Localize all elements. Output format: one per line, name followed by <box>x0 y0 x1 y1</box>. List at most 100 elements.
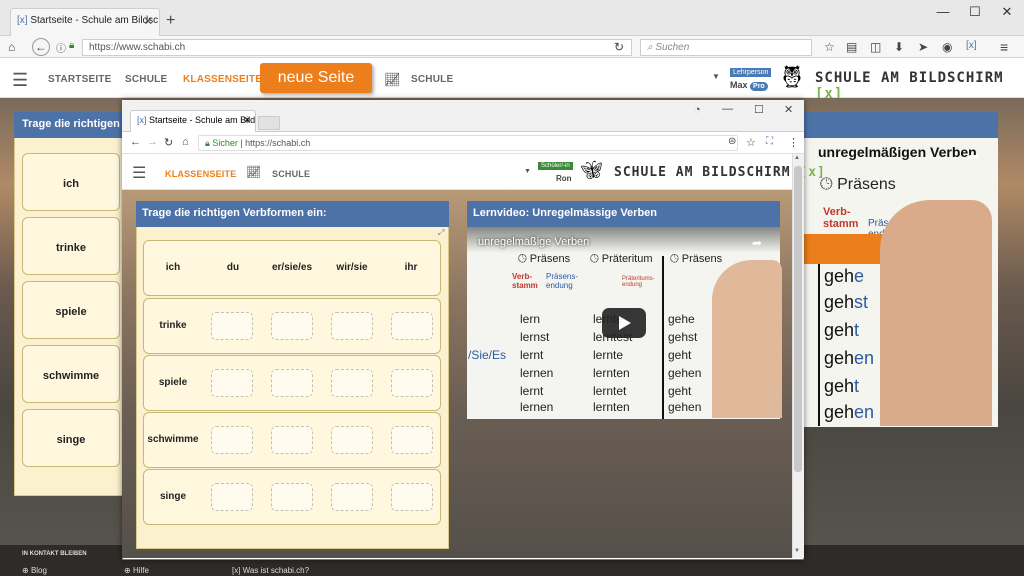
inner-profile-icon[interactable]: ◔ <box>694 104 701 116</box>
inner-url-input[interactable]: 🔒︎ Sicher | https://schabi.ch <box>198 135 738 151</box>
inner-extension-icon[interactable]: ⛶ <box>766 136 773 147</box>
answer-input[interactable] <box>271 312 313 340</box>
scroll-up-icon[interactable]: ▲ <box>794 155 800 161</box>
inner-tab-favicon-icon: [x] <box>137 115 147 125</box>
answer-input[interactable] <box>331 483 373 511</box>
video-ending2: Präteritums-endung <box>622 276 655 288</box>
close-tab-icon[interactable]: ✕ <box>144 15 153 28</box>
inner-minimize-icon[interactable]: — <box>722 103 733 115</box>
video-col3-row5: geht <box>668 384 692 398</box>
user-dropdown-icon[interactable]: ▼ <box>712 72 720 81</box>
inner-nav-klassenseite[interactable]: KLASSENSEITE <box>165 169 236 179</box>
inner-nav-schule[interactable]: SCHULE <box>272 169 310 179</box>
new-tab-icon[interactable]: + <box>166 12 175 30</box>
inner-user-role-badge: Schüler/-in <box>538 162 573 170</box>
exercise-heading: Trage die richtigen Verbformen ein: <box>136 201 449 227</box>
hamburger-menu-icon[interactable]: ☰ <box>12 70 28 91</box>
answer-input[interactable] <box>331 369 373 397</box>
nav-klassenseite[interactable]: KLASSENSEITE <box>183 74 262 85</box>
nav-startseite[interactable]: STARTSEITE <box>48 74 111 85</box>
video-col2-row4: lernten <box>593 366 630 380</box>
video-col3-row4: gehen <box>668 366 702 380</box>
expand-icon[interactable]: ⤢ <box>438 228 444 238</box>
left-cell-singe: singe <box>22 409 120 467</box>
inner-back-icon[interactable]: ← <box>130 136 141 148</box>
sync-icon[interactable]: ◉ <box>942 40 952 54</box>
nav-schule-2[interactable]: SCHULE <box>411 74 453 85</box>
answer-input[interactable] <box>391 312 433 340</box>
video-pronouns: /Sie/Es <box>468 348 507 362</box>
answer-input[interactable] <box>211 483 253 511</box>
answer-input[interactable] <box>271 369 313 397</box>
orange-overlay <box>800 234 892 264</box>
neue-seite-button[interactable]: neue Seite <box>260 63 372 93</box>
chart-icon: 📈︎ <box>384 72 401 87</box>
inner-translate-icon[interactable]: ⊜ <box>728 136 736 147</box>
inner-maximize-icon[interactable]: ☐ <box>754 103 764 116</box>
video-title[interactable]: unregelmäßige Verben <box>478 236 589 248</box>
inner-browser-tab[interactable]: [x] Startseite - Schule am Bildsc ✕ <box>130 110 256 132</box>
answer-input[interactable] <box>211 426 253 454</box>
inner-scrollbar-thumb[interactable] <box>794 166 802 472</box>
answer-input[interactable] <box>391 483 433 511</box>
scroll-down-icon[interactable]: ▼ <box>794 548 800 554</box>
bookmark-star-icon[interactable]: ☆ <box>824 40 835 54</box>
left-cell-spiele: spiele <box>22 281 120 339</box>
divider-line <box>818 264 820 426</box>
footer-blog-link[interactable]: ⊕ Blog <box>22 566 47 575</box>
extension-icon[interactable]: [x] <box>966 40 977 51</box>
footer-hilfe-link[interactable]: ⊕ Hilfe <box>124 566 149 575</box>
answer-input[interactable] <box>211 312 253 340</box>
answer-input[interactable] <box>391 369 433 397</box>
inner-reload-icon[interactable]: ↻ <box>164 136 173 149</box>
inner-close-window-icon[interactable]: ✕ <box>784 103 793 116</box>
url-input[interactable]: https://www.schabi.ch <box>82 39 632 56</box>
nav-schule[interactable]: SCHULE <box>125 74 167 85</box>
video-share-icon[interactable]: ➦ <box>752 236 762 250</box>
video-col2-row6: lernten <box>593 400 630 414</box>
inner-star-icon[interactable]: ☆ <box>746 136 756 149</box>
inner-forward-icon[interactable]: → <box>147 136 158 148</box>
minimize-icon[interactable]: — <box>928 2 958 22</box>
reload-icon[interactable]: ↻ <box>614 40 624 54</box>
answer-input[interactable] <box>271 426 313 454</box>
row-label-spiele: spiele <box>158 377 188 388</box>
video-play-button[interactable] <box>602 308 646 338</box>
hand-image <box>880 200 992 426</box>
menu-icon[interactable]: ≡ <box>1000 39 1008 55</box>
close-window-icon[interactable]: ✕ <box>992 2 1022 22</box>
answer-input[interactable] <box>331 312 373 340</box>
right-verb-3: geht <box>824 320 860 340</box>
video-col3-row3: geht <box>668 348 692 362</box>
answer-input[interactable] <box>391 426 433 454</box>
browser-tab[interactable]: [x] Startseite - Schule am Bildsc ✕ <box>10 8 160 36</box>
share-icon[interactable]: ➦ <box>968 148 980 165</box>
inner-lock-icon: 🔒︎ <box>205 138 210 148</box>
inner-chart-icon: 📈︎ <box>246 165 262 179</box>
video-col3-row6: gehen <box>668 400 702 414</box>
footer-was-ist-link[interactable]: [x] Was ist schabi.ch? <box>232 566 309 575</box>
inner-new-tab-icon[interactable] <box>258 116 280 130</box>
left-cell-trinke: trinke <box>22 217 120 275</box>
info-icon[interactable]: ⓘ <box>56 40 66 55</box>
home-icon[interactable]: ⌂ <box>8 40 15 54</box>
inner-close-tab-icon[interactable]: ✕ <box>243 115 251 126</box>
inner-hamburger-icon[interactable]: ☰ <box>132 163 146 183</box>
lock-icon: 🔒︎ <box>69 40 75 51</box>
inner-home-icon[interactable]: ⌂ <box>182 136 189 148</box>
download-icon[interactable]: ⬇ <box>894 40 904 54</box>
answer-input[interactable] <box>331 426 373 454</box>
maximize-icon[interactable]: ☐ <box>960 2 990 22</box>
answer-input[interactable] <box>271 483 313 511</box>
inner-user-dropdown-icon[interactable]: ▼ <box>524 168 531 175</box>
video-col2-tense: 🕒︎ Präteritum <box>590 253 653 265</box>
pocket-icon[interactable]: ◫ <box>870 40 881 54</box>
search-input[interactable]: ⌕ Suchen <box>640 39 812 56</box>
reading-list-icon[interactable]: ▤ <box>846 40 857 54</box>
send-icon[interactable]: ➤ <box>918 40 928 54</box>
video-col1-tense: 🕒︎ Präsens <box>518 253 571 265</box>
inner-menu-icon[interactable]: ⋮ <box>788 136 799 149</box>
back-icon[interactable]: ← <box>32 38 50 56</box>
row-label-singe: singe <box>159 491 187 502</box>
answer-input[interactable] <box>211 369 253 397</box>
